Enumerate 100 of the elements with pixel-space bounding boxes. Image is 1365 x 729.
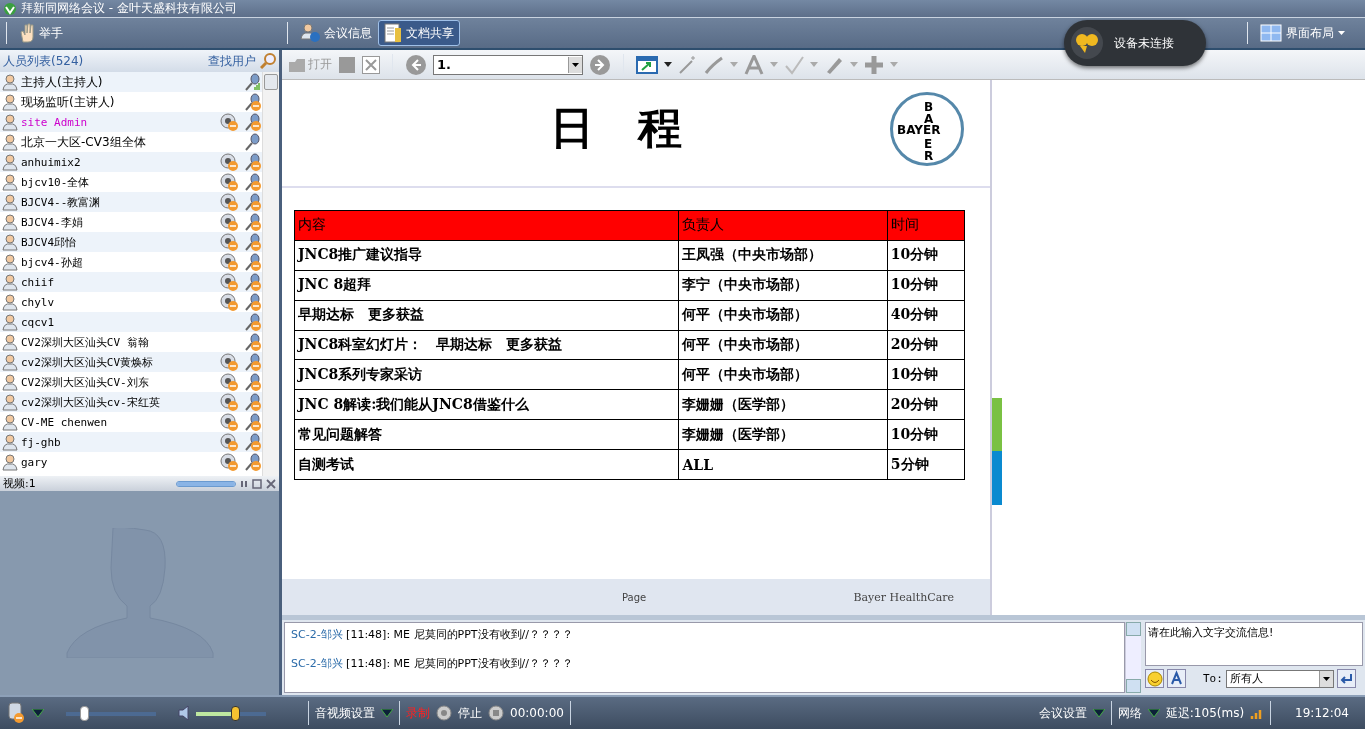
participant-row[interactable]: cv2深圳大区汕头cv-宋红英 [0, 392, 262, 412]
table-cell: 40分钟 [887, 300, 965, 330]
raise-hand-button[interactable]: 举手 [13, 20, 69, 46]
participant-row[interactable]: 现场监听(主讲人) [0, 92, 262, 112]
participant-name: anhuimix2 [21, 155, 82, 169]
participant-name: 主持人(主持人) [21, 73, 104, 91]
page-select[interactable]: 1. [433, 54, 583, 75]
participant-row[interactable]: anhuimix2 [0, 152, 262, 172]
participant-name: CV-ME chenwen [21, 415, 109, 429]
volume-slider[interactable] [196, 705, 266, 721]
layout-grid-icon [1260, 24, 1282, 42]
person-icon [2, 353, 18, 371]
av-settings-label[interactable]: 音视频设置 [315, 704, 375, 722]
table-cell: 自测考试 [294, 449, 679, 480]
participant-row[interactable]: CV2深圳大区汕头CV-刘东 [0, 372, 262, 392]
next-page-icon[interactable] [589, 53, 611, 76]
table-cell: 10分钟 [887, 270, 965, 301]
table-cell: 李宁（中央市场部） [678, 270, 888, 301]
table-cell: 王凤强（中央市场部） [678, 240, 888, 271]
participant-row[interactable]: CV2深圳大区汕头CV 翁翰 [0, 332, 262, 352]
recipient-select[interactable]: 所有人 [1225, 669, 1334, 688]
toolbar-tab[interactable]: 文档共享 [378, 20, 460, 46]
device-status-text: 设备未连接 [1114, 34, 1174, 52]
dropdown-arrow-icon[interactable] [1092, 709, 1105, 717]
person-icon [2, 293, 18, 311]
network-label[interactable]: 网络 [1117, 704, 1142, 722]
participant-row[interactable]: cqcv1 [0, 312, 262, 332]
search-icon[interactable] [260, 53, 276, 69]
person-icon [2, 173, 18, 191]
stop-icon[interactable] [338, 55, 356, 74]
window-title: 拜新同网络会议 - 金叶天盛科技有限公司 [21, 0, 237, 17]
person-icon [2, 453, 18, 471]
participant-row[interactable]: BJCV4邱怡 [0, 232, 262, 252]
participant-row[interactable]: cv2深圳大区汕头CV黄焕标 [0, 352, 262, 372]
microphone-slider[interactable] [66, 705, 156, 721]
participant-row[interactable]: BJCV4--教富渊 [0, 192, 262, 212]
participant-row[interactable]: 主持人(主持人) [0, 72, 262, 92]
participant-row[interactable]: CV-ME chenwen [0, 412, 262, 432]
dropdown-arrow-icon[interactable] [381, 709, 393, 717]
table-cell: JNC8推广建议指导 [294, 240, 679, 271]
participant-row[interactable]: site Admin [0, 112, 262, 132]
send-icon[interactable] [1336, 669, 1356, 688]
person-icon [2, 193, 18, 211]
person-icon [2, 313, 18, 331]
chat-input-field[interactable]: 请在此输入文字交流信息! [1145, 622, 1363, 666]
stop-icon[interactable] [488, 705, 504, 721]
list-scrollbar[interactable] [262, 72, 279, 476]
participant-name: 现场监听(主讲人) [21, 93, 116, 111]
maximize-icon[interactable] [252, 478, 262, 489]
table-cell: 常见问题解答 [294, 419, 679, 450]
dropdown-arrow-icon[interactable] [32, 709, 44, 717]
close-icon[interactable] [362, 55, 380, 74]
smiley-icon[interactable] [1146, 670, 1163, 687]
chat-scrollbar[interactable] [1125, 622, 1141, 693]
table-cell: 早期达标 更多获益 [294, 300, 679, 330]
clock-text: 19:12:04 [1295, 706, 1349, 720]
person-icon [2, 373, 18, 391]
record-icon[interactable] [436, 705, 452, 721]
brand-text: Bayer HealthCare [853, 590, 954, 604]
stop-label[interactable]: 停止 [458, 704, 482, 722]
participant-row[interactable]: bjcv4-孙超 [0, 252, 262, 272]
previous-page-icon[interactable] [405, 53, 427, 76]
table-cell: 何平（中央市场部） [678, 330, 888, 360]
participant-row[interactable]: BJCV4-李娟 [0, 212, 262, 232]
participant-row[interactable]: chiif [0, 272, 262, 292]
participant-name: bjcv10-全体 [21, 174, 91, 190]
text-tool-icon[interactable] [744, 54, 764, 75]
magic-wand-icon[interactable] [678, 54, 698, 75]
checkmark-icon[interactable] [784, 54, 804, 75]
find-user-link[interactable]: 查找用户 [208, 52, 256, 70]
participant-name: BJCV4--教富渊 [21, 194, 102, 210]
fit-window-icon[interactable] [636, 55, 658, 74]
accent-stripe [992, 398, 1002, 451]
video-progress-bar [176, 480, 236, 487]
participant-row[interactable]: chylv [0, 292, 262, 312]
document-icon [384, 23, 402, 43]
caret-icon[interactable] [664, 62, 672, 67]
participant-row[interactable]: 北京一大区-CV3组全体 [0, 132, 262, 152]
table-cell: 10分钟 [887, 359, 965, 390]
folder-icon [288, 56, 306, 73]
microphone-settings-icon[interactable] [6, 702, 26, 724]
chat-message: SC-2-邹兴 [11:48]: ME 尼莫同的PPT没有收到//？？？？ [291, 627, 574, 642]
participant-row[interactable]: bjcv10-全体 [0, 172, 262, 192]
app-logo-icon [3, 1, 17, 16]
move-icon[interactable] [864, 54, 884, 75]
chat-message: SC-2-邹兴 [11:48]: ME 尼莫同的PPT没有收到//？？？？ [291, 656, 574, 671]
participant-row[interactable]: gary [0, 452, 262, 472]
participant-row[interactable]: fj-ghb [0, 432, 262, 452]
toolbar-tab[interactable]: 会议信息 [294, 20, 378, 46]
participant-name: bjcv4-孙超 [21, 254, 84, 270]
close-icon[interactable] [266, 478, 276, 489]
layout-menu-button[interactable]: 界面布局 [1254, 20, 1351, 46]
participant-name: cv2深圳大区汕头CV黄焕标 [21, 354, 155, 370]
line-icon[interactable] [704, 54, 724, 75]
font-icon[interactable] [1167, 669, 1186, 688]
speaker-icon[interactable] [178, 705, 190, 721]
meeting-settings-label[interactable]: 会议设置 [1038, 704, 1087, 722]
pause-icon[interactable] [240, 479, 248, 488]
dropdown-arrow-icon[interactable] [1147, 709, 1160, 717]
table-cell: 5分钟 [887, 449, 965, 480]
